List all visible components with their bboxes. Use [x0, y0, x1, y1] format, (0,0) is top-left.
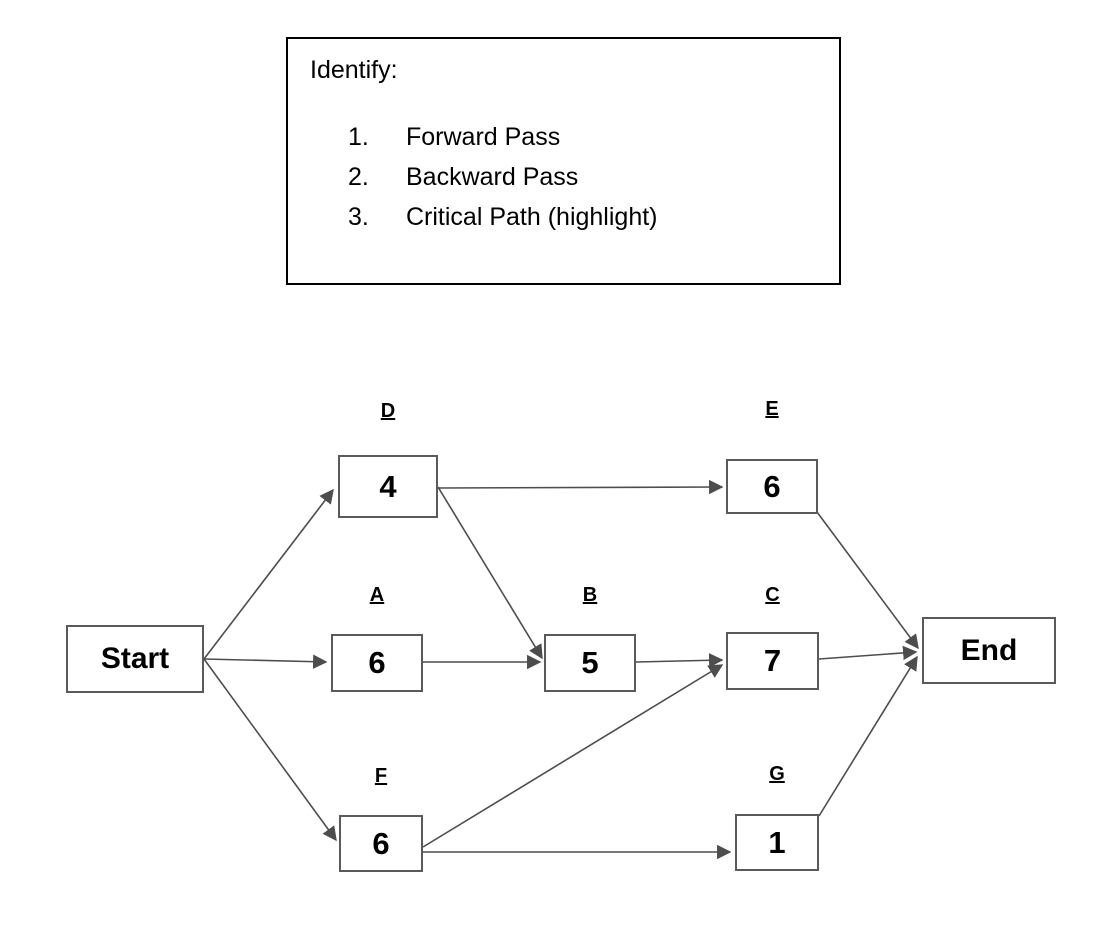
- edge-g-to-end: [818, 655, 918, 817]
- node-g-duration: 1: [768, 824, 786, 860]
- node-a[interactable]: 6: [331, 634, 423, 692]
- network-diagram: Start D 4 E 6 A 6 B 5 C 7 F 6 G 1 End: [0, 0, 1096, 950]
- node-label-c: C: [765, 584, 780, 606]
- node-f[interactable]: 6: [339, 815, 423, 872]
- node-d-duration: 4: [379, 468, 397, 504]
- node-a-duration: 6: [368, 645, 386, 680]
- edge-f-to-c: [422, 664, 724, 848]
- edge-c-to-end: [818, 645, 918, 661]
- node-e-duration: 6: [763, 468, 781, 504]
- node-label-a: A: [369, 584, 385, 606]
- edge-start-to-d: [203, 488, 334, 660]
- node-d[interactable]: 4: [338, 455, 438, 518]
- edge-d-to-e: [437, 479, 724, 495]
- edge-start-to-f: [203, 658, 337, 842]
- edge-e-to-end: [816, 511, 919, 650]
- node-label-g: G: [769, 763, 785, 785]
- node-f-duration: 6: [372, 825, 390, 861]
- node-end[interactable]: End: [922, 617, 1056, 684]
- node-c-duration: 7: [763, 643, 782, 678]
- node-start-label: Start: [100, 642, 170, 675]
- node-start[interactable]: Start: [66, 625, 204, 693]
- node-label-d: D: [380, 400, 396, 422]
- edge-start-to-a: [203, 654, 328, 669]
- node-end-label: End: [960, 633, 1018, 667]
- node-label-f: F: [374, 765, 388, 787]
- edge-b-to-c: [635, 653, 724, 668]
- edge-d-to-b: [437, 486, 543, 660]
- node-label-e: E: [765, 398, 779, 420]
- node-b-duration: 5: [581, 645, 599, 680]
- node-label-b: B: [582, 584, 598, 606]
- node-c[interactable]: 7: [726, 632, 819, 690]
- network-edges: [203, 479, 919, 860]
- node-b[interactable]: 5: [544, 634, 636, 692]
- node-g[interactable]: 1: [735, 814, 819, 871]
- node-e[interactable]: 6: [726, 459, 818, 514]
